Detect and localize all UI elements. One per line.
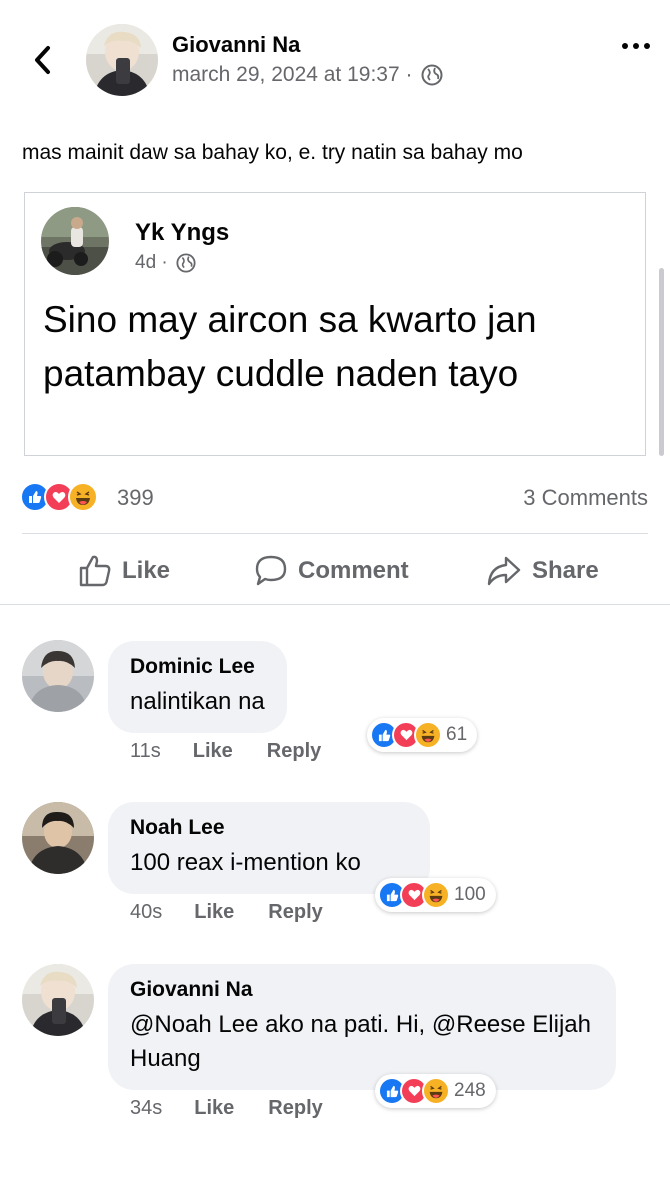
comment-time[interactable]: 34s <box>130 1097 162 1120</box>
more-dot-icon <box>633 43 639 49</box>
shared-author-avatar[interactable] <box>41 207 109 275</box>
thumbs-up-icon <box>79 555 111 587</box>
commenter-avatar[interactable] <box>22 964 94 1036</box>
comment-like-button[interactable]: Like <box>194 1097 234 1120</box>
divider <box>0 604 670 605</box>
author-avatar[interactable] <box>86 24 158 96</box>
comment-like-button[interactable]: Like <box>194 901 234 924</box>
commenter-avatar[interactable] <box>22 640 94 712</box>
comment-like-button[interactable]: Like <box>193 740 233 763</box>
comment-reaction-count: 248 <box>454 1080 486 1101</box>
like-button[interactable]: Like <box>78 547 170 595</box>
comment-reaction-count: 61 <box>446 724 468 745</box>
back-button[interactable] <box>24 38 60 82</box>
more-dot-icon <box>644 43 650 49</box>
commenter-avatar[interactable] <box>22 802 94 874</box>
haha-reaction-icon <box>68 482 98 512</box>
comment-text: @Noah Lee ako na pati. Hi, @Reese Elijah… <box>130 1011 591 1072</box>
shared-post-timestamp: 4d · <box>135 252 168 273</box>
shared-post-meta: 4d · <box>135 252 196 274</box>
commenter-name[interactable]: Giovanni Na <box>130 976 594 1004</box>
comment-reactions[interactable]: 61 <box>367 718 478 752</box>
comment-button[interactable]: Comment <box>254 547 409 595</box>
more-options-button[interactable] <box>612 34 660 58</box>
share-button[interactable]: Share <box>486 547 599 595</box>
haha-reaction-icon <box>422 1077 450 1105</box>
post-author-name[interactable]: Giovanni Na <box>172 32 300 58</box>
comment-bubble[interactable]: Giovanni Na @Noah Lee ako na pati. Hi, @… <box>108 964 616 1090</box>
comment-reactions[interactable]: 100 <box>375 878 496 912</box>
shared-post-text: Sino may aircon sa kwarto jan patambay c… <box>43 299 537 394</box>
comment-actions: 11s Like Reply <box>130 740 321 763</box>
comment-bubble[interactable]: Dominic Lee nalintikan na <box>108 641 287 733</box>
comment-text: nalintikan na <box>130 688 265 715</box>
scrollbar[interactable] <box>659 268 664 456</box>
more-dot-icon <box>622 43 628 49</box>
comment-time[interactable]: 11s <box>130 740 161 763</box>
shared-author-name[interactable]: Yk Yngs <box>135 219 229 247</box>
speech-bubble-icon <box>255 555 287 586</box>
comment-reaction-count: 100 <box>454 884 486 905</box>
share-arrow-icon <box>487 556 521 586</box>
reaction-icons[interactable] <box>20 482 98 512</box>
haha-reaction-icon <box>422 881 450 909</box>
post-timestamp: march 29, 2024 at 19:37 · <box>172 63 413 86</box>
comment-label: Comment <box>298 557 409 584</box>
reaction-count[interactable]: 399 <box>117 485 154 511</box>
like-label: Like <box>122 557 171 584</box>
globe-icon <box>176 253 196 273</box>
share-label: Share <box>532 557 599 584</box>
commenter-name[interactable]: Noah Lee <box>130 814 408 842</box>
shared-post-card[interactable]: Yk Yngs 4d · Sino may aircon sa kwarto j… <box>24 192 646 456</box>
post-meta: march 29, 2024 at 19:37 · <box>172 63 443 87</box>
globe-icon <box>421 64 442 86</box>
comment-reply-button[interactable]: Reply <box>268 901 322 924</box>
haha-reaction-icon <box>414 721 442 749</box>
comment-time[interactable]: 40s <box>130 901 162 924</box>
comments-count[interactable]: 3 Comments <box>523 485 648 511</box>
comment-actions: 40s Like Reply <box>130 901 323 924</box>
chevron-left-icon <box>35 46 50 74</box>
post-text: mas mainit daw sa bahay ko, e. try natin… <box>22 141 523 164</box>
comment-reply-button[interactable]: Reply <box>268 1097 322 1120</box>
comment-reply-button[interactable]: Reply <box>267 740 321 763</box>
commenter-name[interactable]: Dominic Lee <box>130 653 265 681</box>
comment-actions: 34s Like Reply <box>130 1097 323 1120</box>
divider <box>22 533 648 534</box>
comment-text: 100 reax i-mention ko <box>130 849 361 876</box>
comment-reactions[interactable]: 248 <box>375 1074 496 1108</box>
